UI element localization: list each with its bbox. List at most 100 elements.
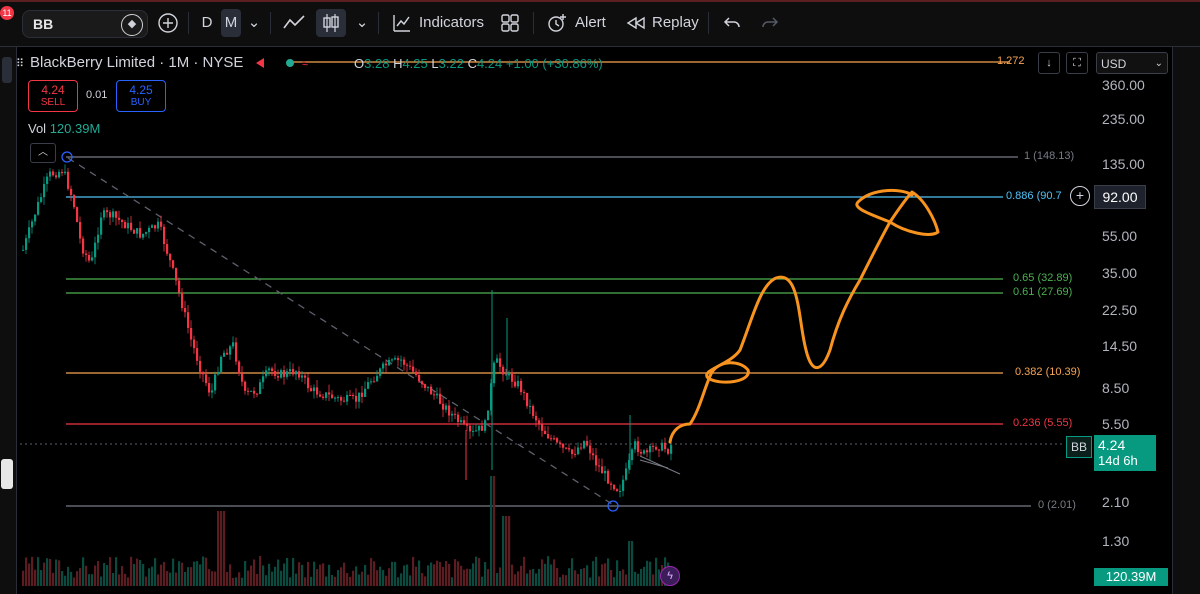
candle-body [574,454,577,456]
flag-icon[interactable] [255,58,264,69]
volume-bar [583,568,586,586]
candle-body [295,371,298,375]
fullscreen-icon[interactable]: ⛶ [1066,52,1088,74]
trend-line [67,157,613,505]
lightning-icon[interactable]: ϟ [660,566,680,586]
volume-bar [370,558,373,586]
candle-body [40,197,43,202]
candle-body [472,430,475,432]
volume-bar [346,573,349,586]
candle-body [190,327,193,340]
candle-body [547,434,550,439]
candle-body [157,221,160,229]
volume-bar [541,559,544,586]
candle-body [151,225,154,228]
volume-bar [226,571,229,586]
volume-bar [277,559,280,586]
fib-level-label: 1 (148.13) [1024,150,1075,162]
volume-bar [97,560,100,586]
candle-body [439,393,442,404]
candle-body [103,210,106,218]
sell-button[interactable]: 4.24 SELL [28,80,78,112]
candle-body [631,449,634,461]
spread-value: 0.01 [86,89,108,101]
candle-body [475,430,478,432]
candle-body [454,413,457,415]
volume-bar [499,567,502,586]
candle-body [145,232,148,234]
volume-bar [115,557,118,586]
volume-bar [340,567,343,586]
volume-bar [607,558,610,586]
candle-body [286,371,289,377]
collapse-legend-button[interactable]: ︿ [30,143,56,163]
volume-bar [454,559,457,586]
volume-bar [256,574,259,586]
price-axis-tick: 35.00 [1102,265,1138,281]
currency-select[interactable]: USD ⌄ [1096,52,1168,74]
candle-body [496,358,499,363]
candle-body [214,374,217,391]
candle-body [394,358,397,360]
volume-bar [568,568,571,586]
candle-body [109,212,112,218]
volume-bar [601,564,604,586]
candle-body [301,375,304,378]
candle-body [373,381,376,383]
volume-bar [445,560,448,586]
volume-bar [148,568,151,586]
volume-bar [58,560,61,586]
volume-bar [559,577,562,586]
candle-body [463,420,466,424]
candle-body [169,253,172,261]
candle-body [178,280,181,293]
candle-body [427,386,430,388]
volume-bar [247,570,250,586]
candle-body [358,392,361,402]
volume-bar [322,563,325,586]
volume-bar [577,573,580,586]
volume-legend: Vol 120.39M [28,121,100,136]
candle-body [283,370,286,377]
candle-body [256,393,259,395]
volume-bar [343,562,346,586]
volume-bar [289,577,292,586]
volume-bar [643,566,646,586]
plus-circle-icon[interactable]: + [1070,186,1090,206]
candle-body [661,442,664,451]
candle-body [322,396,325,398]
volume-bar [526,573,529,586]
candle-body [451,413,454,416]
candle-body [634,441,637,450]
candle-body [484,420,487,431]
candle-body [607,470,610,484]
volume-bar [595,556,598,586]
volume-bar [457,561,460,586]
volume-bar [415,566,418,586]
volume-bar [130,556,133,586]
high-value: 4.25 [402,56,428,71]
volume-bar [505,516,508,586]
volume-bar [244,560,247,586]
candle-body [649,445,652,453]
candle-body [436,393,439,396]
volume-bar [364,565,367,586]
legend-drag-icon[interactable]: ⠿ [16,57,24,70]
arrow-down-icon[interactable]: ↓ [1038,52,1060,74]
candle-body [409,365,412,367]
volume-bar [328,564,331,586]
volume-bar [223,511,226,586]
candle-body [415,371,418,375]
volume-bar [610,570,613,586]
candle-body [406,364,409,366]
candle-body [118,217,121,220]
volume-bar [433,564,436,586]
volume-bar [382,570,385,586]
candle-body [121,219,124,223]
volume-bar [232,577,235,586]
buy-button[interactable]: 4.25 BUY [116,80,166,112]
volume-bar [259,556,262,586]
candle-body [361,392,364,397]
fib-level-label: 0.61 (27.69) [1013,286,1073,298]
volume-bar [34,569,37,586]
